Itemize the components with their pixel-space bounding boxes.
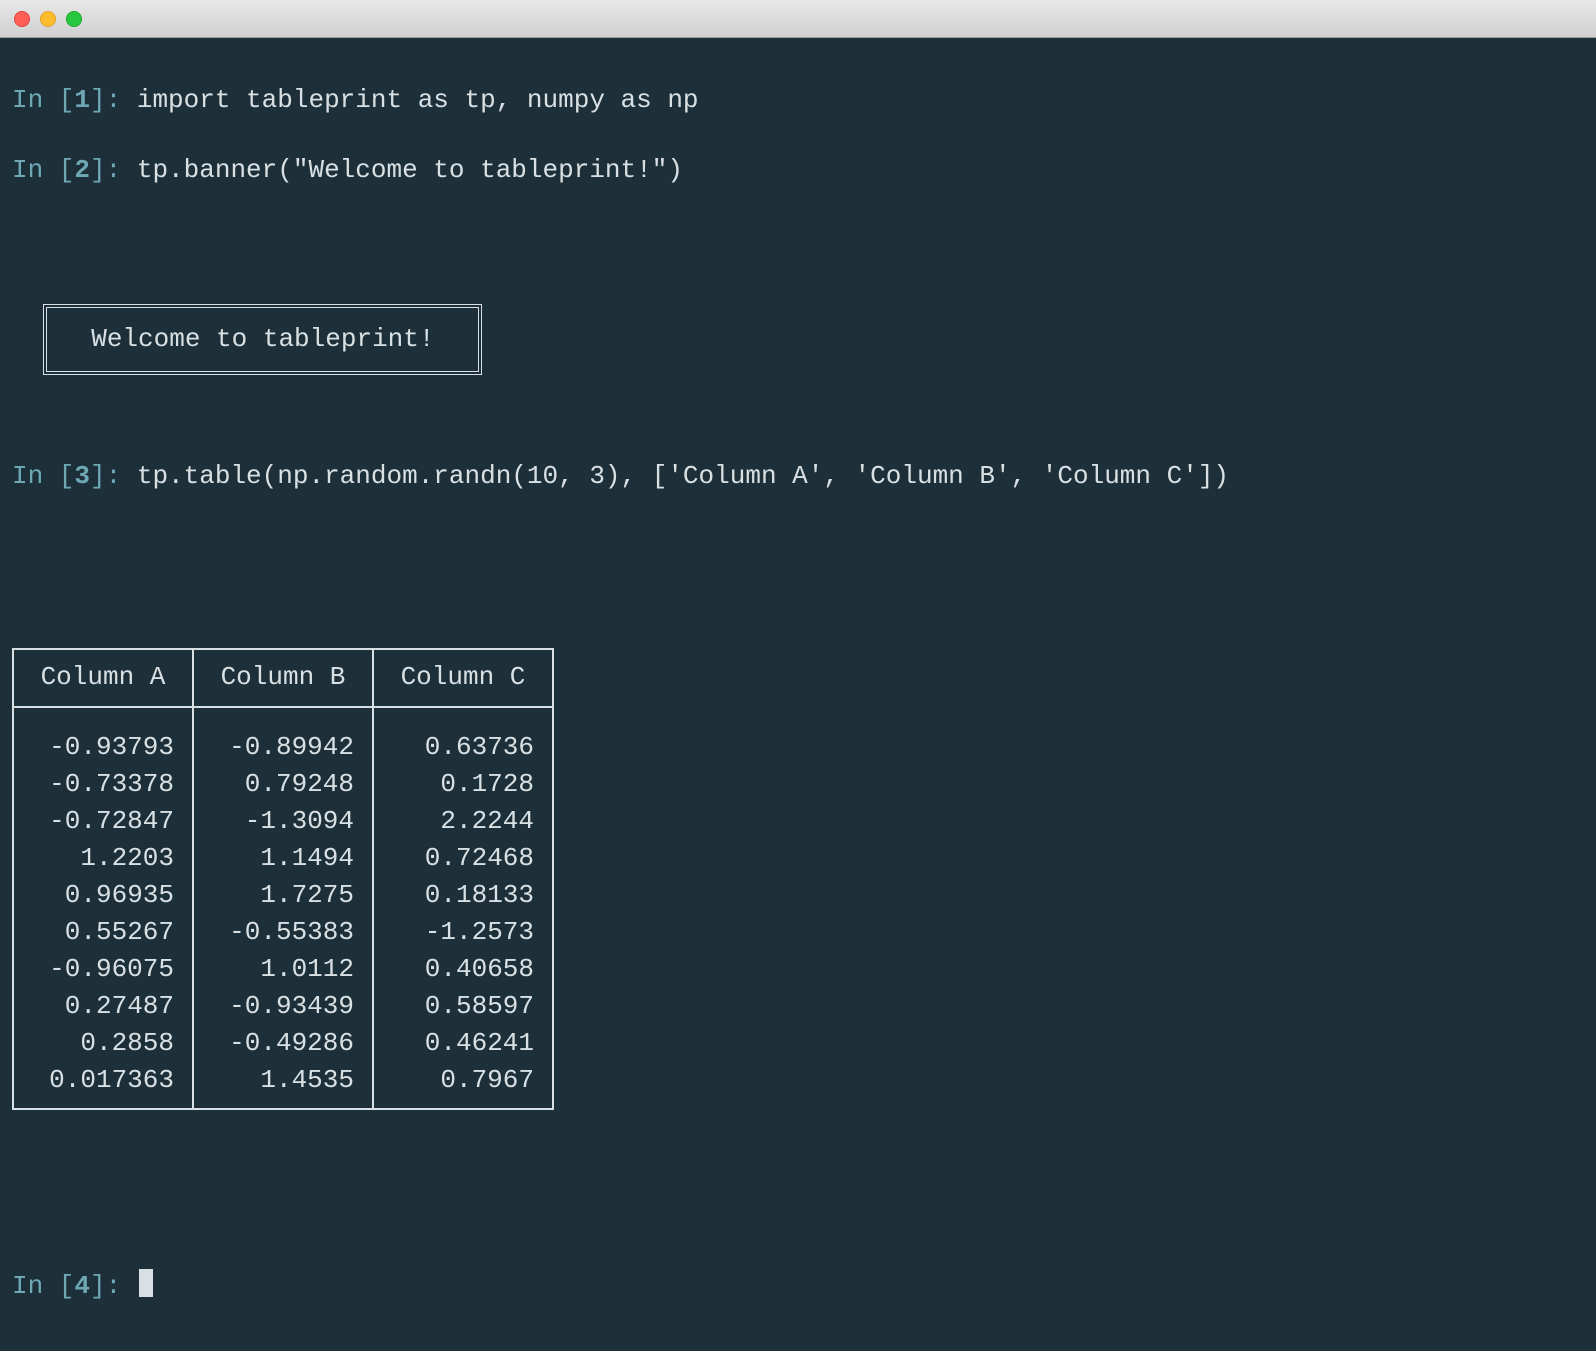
table-cell: 1.7275 xyxy=(193,877,373,914)
window-titlebar xyxy=(0,0,1596,38)
table-cell: 2.2244 xyxy=(373,803,553,840)
banner-text: Welcome to tableprint! xyxy=(91,324,434,354)
banner-output: Welcome to tableprint! xyxy=(12,259,1584,389)
table-row: -0.72847-1.30942.2244 xyxy=(13,803,553,840)
prompt-number: 4 xyxy=(74,1269,90,1304)
table-cell: 0.40658 xyxy=(373,951,553,988)
prompt-line-4[interactable]: In [4]: xyxy=(12,1269,1584,1304)
table-cell: 0.55267 xyxy=(13,914,193,951)
table-cell: -0.89942 xyxy=(193,707,373,766)
table-row: 0.0173631.45350.7967 xyxy=(13,1062,553,1109)
table-row: 1.22031.14940.72468 xyxy=(13,840,553,877)
table-header-row: Column A Column B Column C xyxy=(13,649,553,706)
table-cell: 0.63736 xyxy=(373,707,553,766)
table-cell: 1.1494 xyxy=(193,840,373,877)
table-cell: 1.0112 xyxy=(193,951,373,988)
table-cell: 1.4535 xyxy=(193,1062,373,1109)
table-cell: 0.18133 xyxy=(373,877,553,914)
maximize-icon[interactable] xyxy=(66,11,82,27)
prompt-close: ]: xyxy=(90,83,137,118)
prompt-line-1: In [1]: import tableprint as tp, numpy a… xyxy=(12,83,1584,118)
table-cell: -0.55383 xyxy=(193,914,373,951)
table-cell: 0.46241 xyxy=(373,1025,553,1062)
banner-box: Welcome to tableprint! xyxy=(43,304,482,375)
code-text: tp.table(np.random.randn(10, 3), ['Colum… xyxy=(137,459,1229,494)
table-cell: 1.2203 xyxy=(13,840,193,877)
code-text: import tableprint as tp, numpy as np xyxy=(137,83,699,118)
data-table: Column A Column B Column C -0.93793-0.89… xyxy=(12,648,554,1110)
table-body: -0.93793-0.899420.63736 -0.733780.792480… xyxy=(13,707,553,1110)
prompt-close: ]: xyxy=(90,1269,137,1304)
table-cell: 0.96935 xyxy=(13,877,193,914)
table-cell: 0.27487 xyxy=(13,988,193,1025)
table-cell: -0.93793 xyxy=(13,707,193,766)
table-cell: -0.72847 xyxy=(13,803,193,840)
table-row: -0.93793-0.899420.63736 xyxy=(13,707,553,766)
table-cell: -0.49286 xyxy=(193,1025,373,1062)
table-row: 0.969351.72750.18133 xyxy=(13,877,553,914)
prompt-line-2: In [2]: tp.banner("Welcome to tableprint… xyxy=(12,153,1584,188)
code-text: tp.banner("Welcome to tableprint!") xyxy=(137,153,683,188)
table-row: 0.27487-0.934390.58597 xyxy=(13,988,553,1025)
table-cell: 0.72468 xyxy=(373,840,553,877)
prompt-close: ]: xyxy=(90,153,137,188)
minimize-icon[interactable] xyxy=(40,11,56,27)
prompt-label: In [ xyxy=(12,1269,74,1304)
table-row: -0.733780.792480.1728 xyxy=(13,766,553,803)
prompt-number: 2 xyxy=(74,153,90,188)
table-cell: -1.2573 xyxy=(373,914,553,951)
table-row: 0.2858-0.492860.46241 xyxy=(13,1025,553,1062)
table-cell: 0.2858 xyxy=(13,1025,193,1062)
cursor-icon xyxy=(139,1269,153,1297)
prompt-label: In [ xyxy=(12,459,74,494)
close-icon[interactable] xyxy=(14,11,30,27)
table-cell: 0.017363 xyxy=(13,1062,193,1109)
table-header-cell: Column C xyxy=(373,649,553,706)
table-cell: -0.96075 xyxy=(13,951,193,988)
table-cell: 0.58597 xyxy=(373,988,553,1025)
table-cell: -0.93439 xyxy=(193,988,373,1025)
prompt-label: In [ xyxy=(12,153,74,188)
table-row: -0.960751.01120.40658 xyxy=(13,951,553,988)
prompt-label: In [ xyxy=(12,83,74,118)
table-header-cell: Column B xyxy=(193,649,373,706)
prompt-close: ]: xyxy=(90,459,137,494)
table-row: 0.55267-0.55383-1.2573 xyxy=(13,914,553,951)
prompt-line-3: In [3]: tp.table(np.random.randn(10, 3),… xyxy=(12,459,1584,494)
table-cell: -0.73378 xyxy=(13,766,193,803)
table-output: Column A Column B Column C -0.93793-0.89… xyxy=(12,574,1584,1145)
table-cell: -1.3094 xyxy=(193,803,373,840)
terminal-content[interactable]: In [1]: import tableprint as tp, numpy a… xyxy=(0,38,1596,1351)
prompt-number: 1 xyxy=(74,83,90,118)
table-header-cell: Column A xyxy=(13,649,193,706)
table-cell: 0.79248 xyxy=(193,766,373,803)
table-cell: 0.1728 xyxy=(373,766,553,803)
table-cell: 0.7967 xyxy=(373,1062,553,1109)
prompt-number: 3 xyxy=(74,459,90,494)
